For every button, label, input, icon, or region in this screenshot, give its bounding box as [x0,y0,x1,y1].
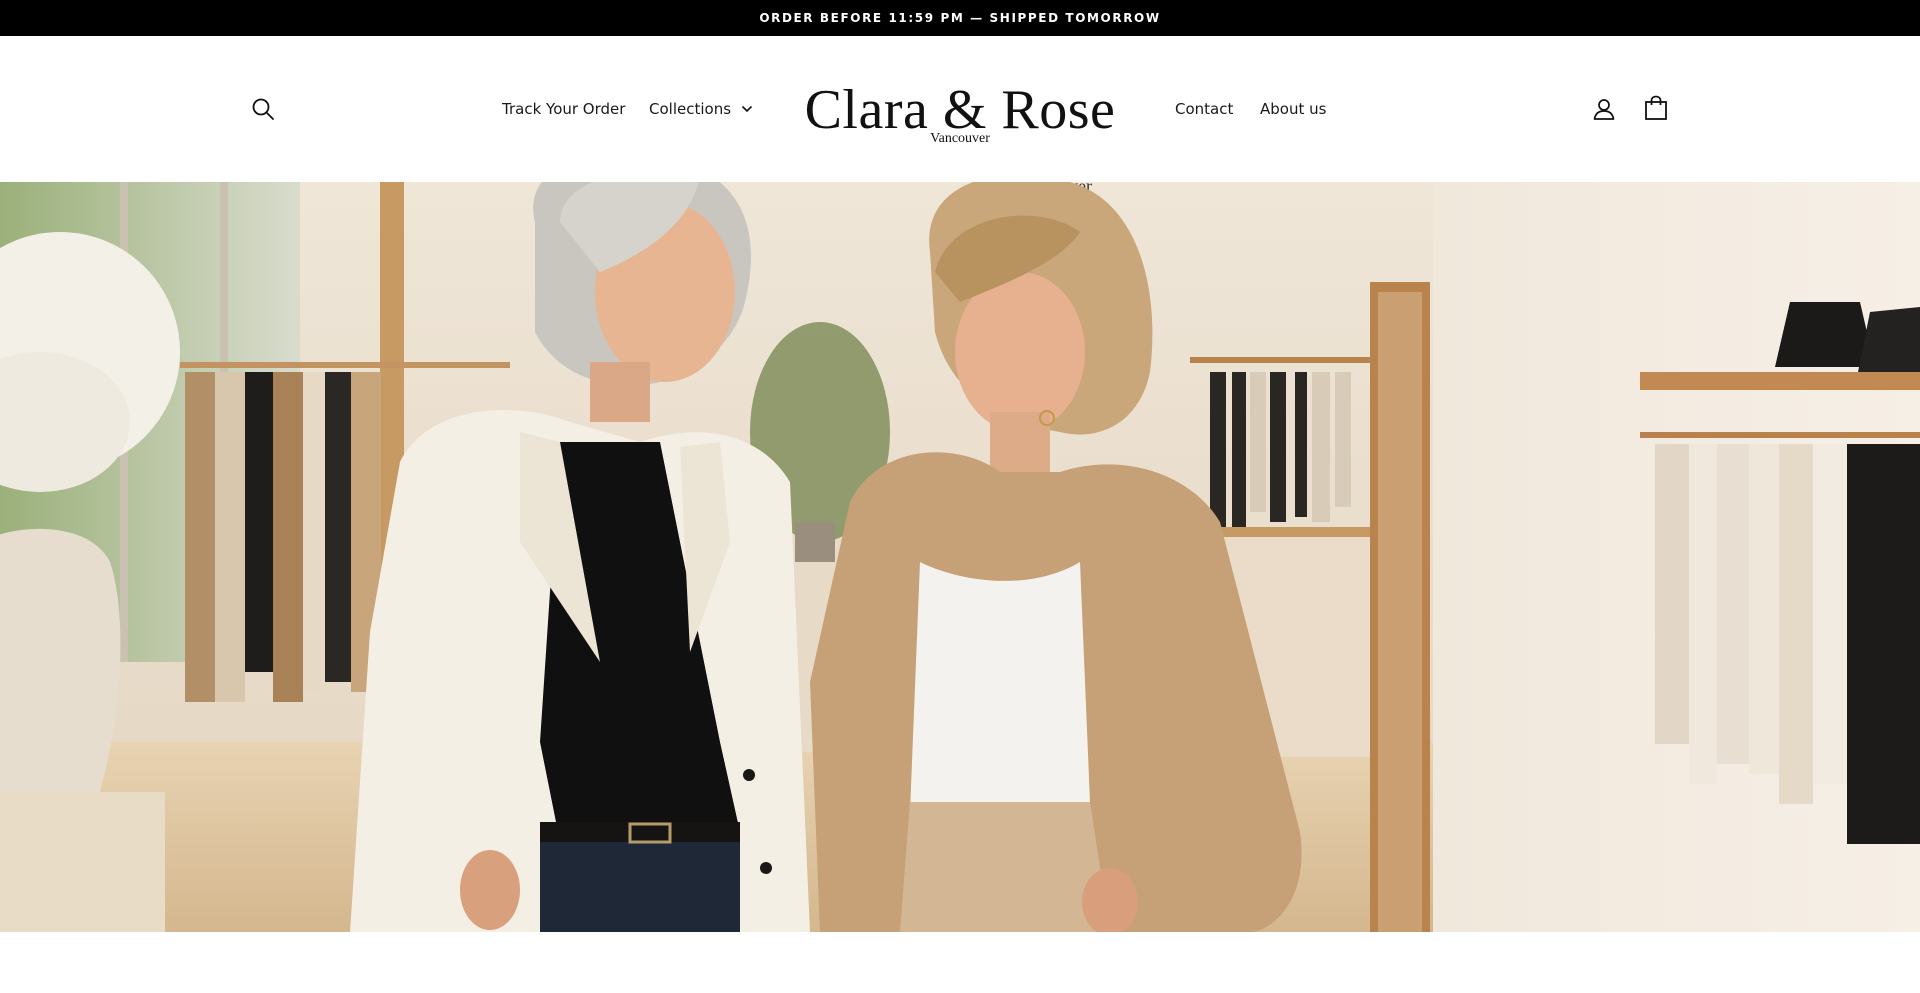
site-header: Track Your Order Collections Clara & Ros… [0,36,1920,182]
nav-collections-label: Collections [649,100,732,118]
nav-about-us[interactable]: About us [1260,98,1326,120]
hero-image: Vancouver [0,182,1920,932]
nav-about-label: About us [1260,100,1327,118]
nav-contact[interactable]: Contact [1175,98,1233,120]
nav-track-label: Track Your Order [502,100,626,118]
nav-track-your-order[interactable]: Track Your Order [502,98,625,120]
logo-name: Clara & Rose [804,79,1116,141]
site-logo[interactable]: Clara & Rose Vancouver [800,72,1120,182]
announcement-bar: ORDER BEFORE 11:59 PM — SHIPPED TOMORROW [0,0,1920,36]
account-button[interactable] [1584,89,1624,129]
nav-collections[interactable]: Collections [649,98,753,120]
cart-button[interactable] [1636,88,1676,128]
search-button[interactable] [243,89,283,129]
chevron-down-icon [741,105,753,113]
account-icon [1593,99,1615,120]
hero-banner: Vancouver [0,182,1920,932]
nav-contact-label: Contact [1175,100,1234,118]
shopping-bag-icon [1645,95,1667,120]
announcement-text: ORDER BEFORE 11:59 PM — SHIPPED TOMORROW [759,11,1161,25]
search-icon [252,98,274,120]
